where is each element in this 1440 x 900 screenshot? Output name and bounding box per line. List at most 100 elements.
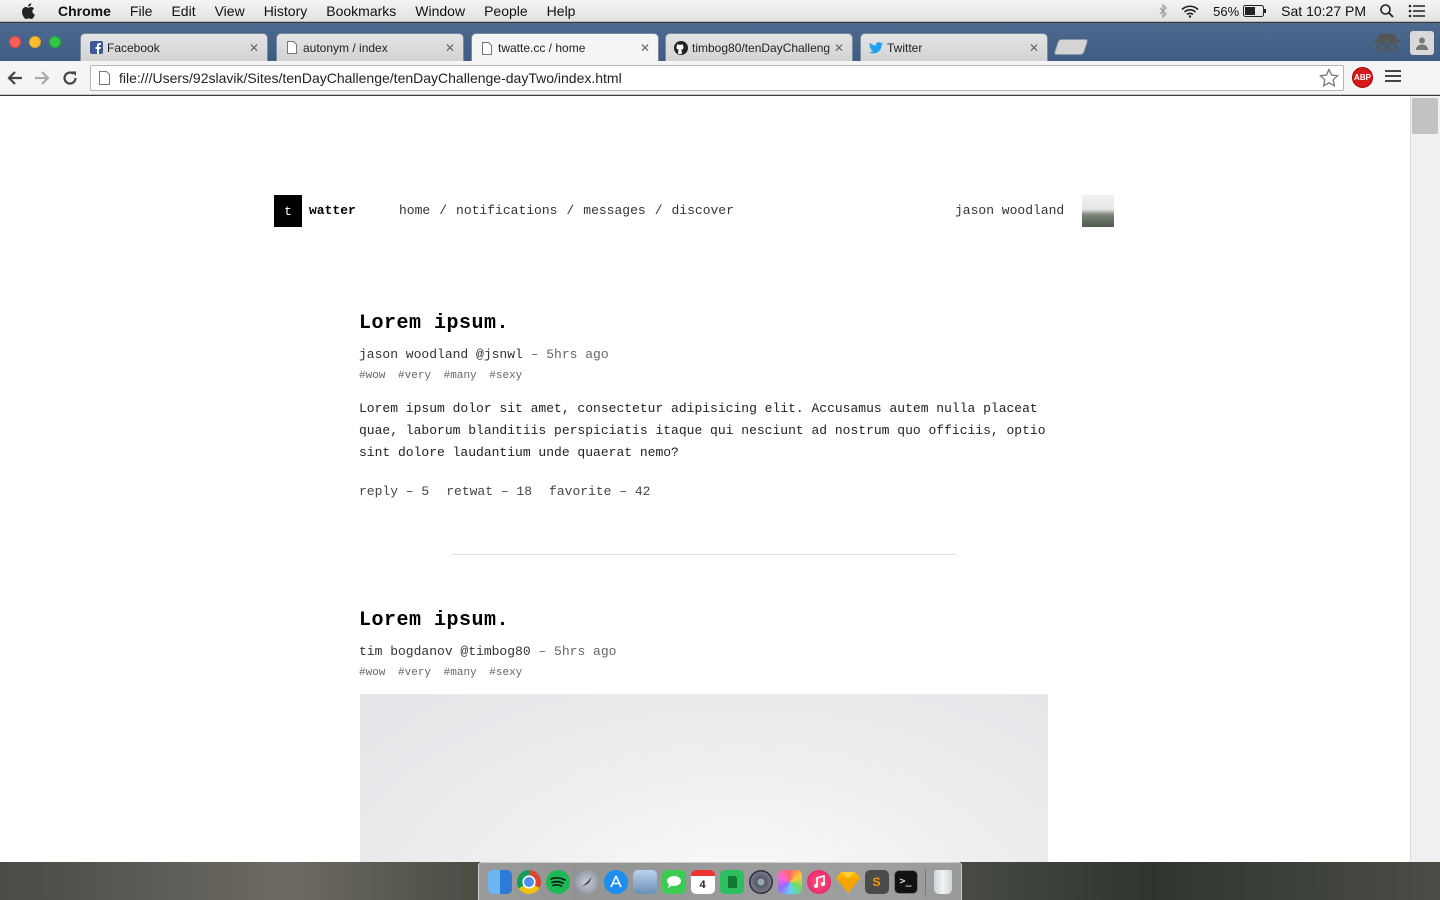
hashtag[interactable]: #wow: [359, 667, 385, 679]
trash-icon[interactable]: [933, 869, 952, 894]
tab-twitter[interactable]: Twitter ✕: [860, 33, 1048, 61]
finder-icon[interactable]: [487, 869, 512, 894]
sublime-text-icon[interactable]: S: [864, 869, 889, 894]
window-minimize-button[interactable]: [29, 36, 41, 48]
menu-view[interactable]: View: [215, 3, 245, 19]
site-logo[interactable]: t: [274, 195, 302, 227]
new-tab-button[interactable]: [1053, 39, 1089, 55]
wifi-icon[interactable]: [1181, 5, 1199, 18]
twitter-icon: [869, 41, 883, 55]
tab-close-icon[interactable]: ✕: [445, 41, 455, 55]
preview-icon[interactable]: [632, 869, 657, 894]
post-body: Lorem ipsum dolor sit amet, consectetur …: [359, 401, 1046, 460]
page-scrollbar[interactable]: [1410, 96, 1440, 862]
site-nav: home / notifications / messages / discov…: [399, 203, 734, 218]
post-title: Lorem ipsum.: [359, 312, 510, 335]
nav-separator: /: [566, 203, 575, 218]
github-icon: [674, 40, 688, 55]
hashtag[interactable]: #many: [444, 370, 477, 382]
post-meta: jason woodland @jsnwl – 5hrs ago: [359, 347, 1049, 362]
current-user-name[interactable]: jason woodland: [955, 203, 1064, 218]
post-author[interactable]: tim bogdanov @timbog80: [359, 644, 531, 659]
sketch-icon[interactable]: [835, 870, 860, 894]
post-image[interactable]: [360, 694, 1048, 862]
reply-button[interactable]: reply – 5: [359, 484, 429, 499]
messages-icon[interactable]: [661, 869, 686, 894]
hashtag[interactable]: #many: [444, 667, 477, 679]
apple-icon[interactable]: [18, 2, 38, 20]
tab-label: Facebook: [107, 40, 160, 55]
tab-autonym[interactable]: autonym / index ✕: [276, 33, 464, 61]
tab-github[interactable]: timbog80/tenDayChallenge ✕: [665, 33, 853, 61]
hashtag[interactable]: #wow: [359, 370, 385, 382]
spotify-icon[interactable]: [545, 869, 570, 894]
menu-window[interactable]: Window: [415, 3, 465, 19]
chrome-icon[interactable]: [516, 869, 541, 894]
clock[interactable]: Sat 10:27 PM: [1281, 3, 1366, 19]
post-author[interactable]: jason woodland @jsnwl: [359, 347, 523, 362]
menu-app-name[interactable]: Chrome: [58, 3, 111, 19]
tab-label: timbog80/tenDayChallenge: [692, 40, 830, 55]
web-page: t watter home / notifications / messages…: [0, 96, 1410, 862]
photos-icon[interactable]: [777, 869, 802, 894]
profile-avatar-icon[interactable]: [1410, 31, 1434, 55]
battery-percent: 56%: [1213, 3, 1240, 19]
itunes-icon[interactable]: [806, 869, 831, 894]
site-logo-word[interactable]: watter: [309, 203, 356, 218]
dock-separator: [925, 868, 926, 895]
tab-close-icon[interactable]: ✕: [640, 41, 650, 55]
spotlight-search-icon[interactable]: [1380, 4, 1394, 18]
hashtag[interactable]: #sexy: [489, 667, 522, 679]
nav-home[interactable]: home: [399, 203, 430, 218]
nav-messages[interactable]: messages: [583, 203, 645, 218]
page-scrollbar-thumb[interactable]: [1412, 98, 1438, 134]
launchpad-icon[interactable]: [574, 869, 599, 894]
terminal-icon[interactable]: >_: [893, 869, 918, 894]
hashtag[interactable]: #sexy: [489, 370, 522, 382]
adblock-plus-icon[interactable]: ABP: [1352, 67, 1373, 88]
window-close-button[interactable]: [9, 36, 21, 48]
menu-history[interactable]: History: [264, 3, 308, 19]
dock: 4 S >_: [478, 862, 962, 900]
calendar-icon[interactable]: 4: [690, 869, 715, 894]
page-icon: [99, 71, 111, 85]
menu-bookmarks[interactable]: Bookmarks: [326, 3, 396, 19]
nav-discover[interactable]: discover: [672, 203, 734, 218]
menu-help[interactable]: Help: [547, 3, 576, 19]
avatar[interactable]: [1082, 195, 1114, 227]
app-store-icon[interactable]: [603, 869, 628, 894]
tab-twatte-home[interactable]: twatte.cc / home ✕: [471, 33, 659, 62]
evernote-icon[interactable]: [719, 869, 744, 894]
retwat-button[interactable]: retwat – 18: [446, 484, 532, 499]
reload-icon[interactable]: [59, 67, 81, 89]
address-bar[interactable]: file:///Users/92slavik/Sites/tenDayChall…: [90, 65, 1344, 91]
menu-people[interactable]: People: [484, 3, 528, 19]
post-tags: #wow #very #many #sexy: [359, 667, 1049, 679]
facebook-icon: [89, 41, 103, 55]
favorite-button[interactable]: favorite – 42: [549, 484, 650, 499]
bookmark-star-icon[interactable]: [1318, 67, 1340, 93]
chrome-menu-icon[interactable]: [1385, 70, 1401, 85]
battery-icon[interactable]: [1243, 5, 1267, 17]
notification-center-icon[interactable]: [1408, 4, 1426, 18]
tab-close-icon[interactable]: ✕: [249, 41, 259, 55]
hashtag[interactable]: #very: [398, 370, 431, 382]
tab-close-icon[interactable]: ✕: [1029, 41, 1039, 55]
tab-facebook[interactable]: Facebook ✕: [80, 33, 268, 61]
tab-close-icon[interactable]: ✕: [834, 41, 844, 55]
system-preferences-icon[interactable]: [748, 869, 773, 894]
page-icon: [285, 41, 299, 55]
bluetooth-icon[interactable]: [1159, 4, 1167, 18]
menu-file[interactable]: File: [130, 3, 153, 19]
post-divider: [453, 554, 955, 555]
nav-notifications[interactable]: notifications: [456, 203, 557, 218]
back-arrow-icon[interactable]: [4, 67, 26, 89]
post-meta: tim bogdanov @timbog80 – 5hrs ago: [359, 644, 1049, 659]
browser-toolbar: file:///Users/92slavik/Sites/tenDayChall…: [0, 61, 1440, 95]
window-zoom-button[interactable]: [49, 36, 61, 48]
forward-arrow-icon[interactable]: [31, 67, 53, 89]
menu-edit[interactable]: Edit: [171, 3, 195, 19]
post: Lorem ipsum. tim bogdanov @timbog80 – 5h…: [359, 609, 1049, 679]
mac-menu-bar: Chrome File Edit View History Bookmarks …: [0, 0, 1440, 22]
hashtag[interactable]: #very: [398, 667, 431, 679]
